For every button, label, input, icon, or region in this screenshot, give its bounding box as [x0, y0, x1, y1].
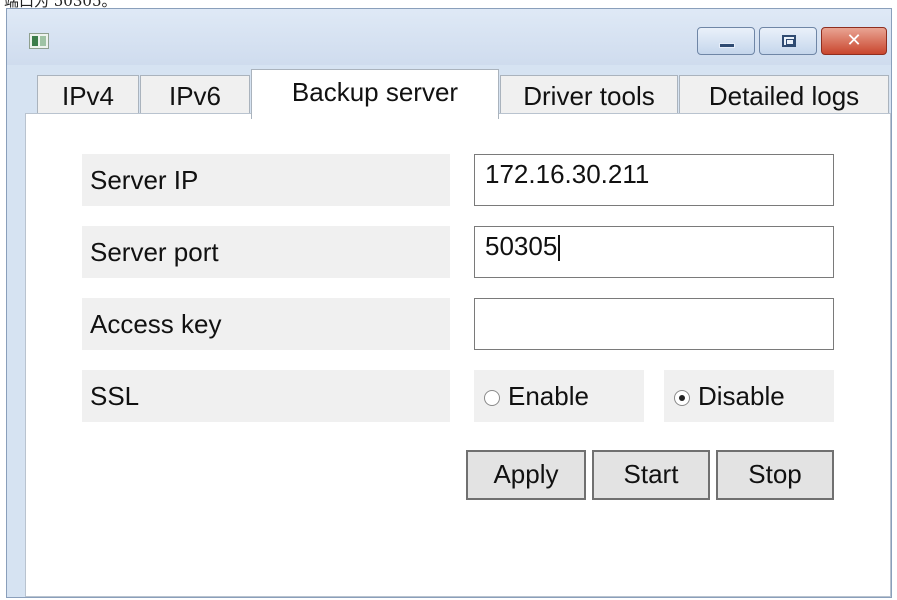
tab-strip: IPv4 IPv6 Backup server Driver tools Det…	[27, 69, 889, 119]
text-caret	[558, 235, 561, 262]
background-caption: 端口为 50305。	[0, 0, 897, 8]
tab-detailed-logs[interactable]: Detailed logs	[679, 75, 889, 115]
server-port-value: 50305	[485, 231, 558, 261]
app-icon[interactable]	[29, 33, 49, 49]
app-window: ✕ IPv4 IPv6 Backup server Driver tools D…	[6, 8, 892, 598]
server-ip-label: Server IP	[82, 154, 450, 206]
radio-checked-icon	[674, 390, 690, 407]
server-ip-input[interactable]: 172.16.30.211	[474, 154, 834, 206]
caption-text: 端口为 50305。	[4, 0, 117, 8]
ssl-disable-radio[interactable]: Disable	[664, 370, 834, 422]
server-ip-value: 172.16.30.211	[485, 159, 650, 189]
start-button[interactable]: Start	[592, 450, 710, 500]
maximize-icon	[782, 35, 796, 47]
tab-driver-tools[interactable]: Driver tools	[500, 75, 678, 115]
radio-unchecked-icon	[484, 390, 500, 407]
close-button[interactable]: ✕	[821, 27, 887, 55]
ssl-enable-radio[interactable]: Enable	[474, 370, 644, 422]
server-port-label: Server port	[82, 226, 450, 278]
ssl-enable-label: Enable	[508, 381, 589, 411]
stop-button[interactable]: Stop	[716, 450, 834, 500]
tab-content-pane: Server IP 172.16.30.211 Server port 5030…	[25, 113, 891, 597]
title-bar[interactable]: ✕	[7, 9, 891, 65]
ssl-disable-label: Disable	[698, 381, 785, 411]
tab-ipv4[interactable]: IPv4	[37, 75, 139, 115]
ssl-label: SSL	[82, 370, 450, 422]
tab-ipv6[interactable]: IPv6	[140, 75, 250, 115]
maximize-button[interactable]	[759, 27, 817, 55]
close-icon: ✕	[846, 30, 862, 51]
minimize-icon	[719, 43, 735, 48]
minimize-button[interactable]	[697, 27, 755, 55]
apply-button[interactable]: Apply	[466, 450, 586, 500]
tab-backup-server[interactable]: Backup server	[251, 69, 499, 119]
access-key-label: Access key	[82, 298, 450, 350]
access-key-input[interactable]	[474, 298, 834, 350]
server-port-input[interactable]: 50305	[474, 226, 834, 278]
